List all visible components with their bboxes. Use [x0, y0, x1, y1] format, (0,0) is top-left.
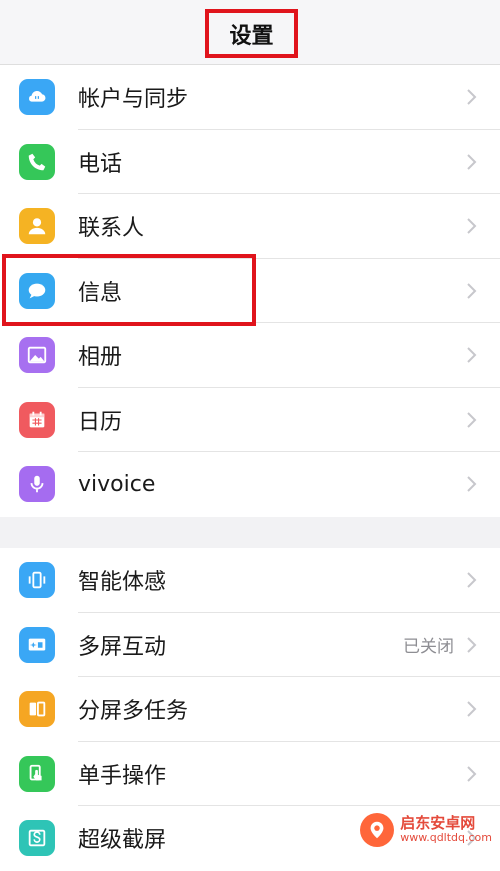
- settings-row-messages[interactable]: 信息: [0, 259, 500, 323]
- settings-row-label: 多屏互动: [78, 634, 167, 660]
- calendar-icon: [19, 401, 55, 438]
- microphone-icon: [19, 466, 55, 503]
- split-screen-icon: [19, 691, 55, 728]
- chevron-right-icon: [467, 637, 477, 653]
- settings-row-label: 单手操作: [78, 763, 167, 789]
- screen-cast-icon: [19, 626, 55, 663]
- watermark-url: www.qdltdq.com: [400, 831, 492, 845]
- message-bubble-icon: [19, 272, 55, 309]
- chevron-right-icon: [467, 412, 477, 428]
- settings-row-label: 帐户与同步: [78, 87, 189, 113]
- watermark: 启东安卓网 www.qdltdq.com: [360, 813, 492, 847]
- title-bar: 设置: [0, 0, 500, 65]
- settings-row-label: 信息: [78, 280, 123, 306]
- phone-icon: [19, 143, 55, 180]
- settings-row-calendar[interactable]: 日历: [0, 388, 500, 452]
- settings-row-contacts[interactable]: 联系人: [0, 194, 500, 259]
- watermark-text: 启东安卓网 www.qdltdq.com: [400, 814, 492, 845]
- status-value: 已关闭: [403, 637, 454, 658]
- settings-row-multi-screen[interactable]: 多屏互动 已关闭: [0, 613, 500, 677]
- settings-row-label: 相册: [78, 345, 123, 371]
- chevron-right-icon: [467, 154, 477, 170]
- chevron-right-icon: [467, 347, 477, 363]
- settings-row-phone[interactable]: 电话: [0, 130, 500, 194]
- settings-row-account-sync[interactable]: 帐户与同步: [0, 65, 500, 130]
- chevron-right-icon: [467, 476, 477, 492]
- settings-row-one-hand[interactable]: 单手操作: [0, 742, 500, 806]
- settings-row-label: 日历: [78, 409, 123, 435]
- chevron-right-icon: [467, 766, 477, 782]
- settings-row-label: 智能体感: [78, 570, 167, 596]
- photo-album-icon: [19, 337, 55, 374]
- chevron-right-icon: [467, 572, 477, 588]
- motion-sense-icon: [19, 562, 55, 599]
- settings-row-label: 分屏多任务: [78, 699, 189, 725]
- chevron-right-icon: [467, 701, 477, 717]
- chevron-right-icon: [467, 89, 477, 105]
- settings-row-split-screen[interactable]: 分屏多任务: [0, 677, 500, 742]
- contact-person-icon: [19, 208, 55, 245]
- watermark-logo-icon: [360, 813, 395, 847]
- chevron-right-icon: [467, 218, 477, 234]
- settings-row-motion-sense[interactable]: 智能体感: [0, 548, 500, 613]
- watermark-name: 启东安卓网: [400, 814, 476, 833]
- settings-row-vivoice[interactable]: vivoice: [0, 452, 500, 517]
- page-title: 设置: [205, 9, 298, 58]
- settings-row-album[interactable]: 相册: [0, 323, 500, 388]
- settings-row-label: 电话: [78, 151, 123, 177]
- chevron-right-icon: [467, 283, 477, 299]
- settings-row-label: 联系人: [78, 216, 145, 242]
- settings-row-label: 超级截屏: [78, 828, 167, 854]
- settings-row-label: vivoice: [78, 471, 156, 497]
- one-hand-icon: [19, 755, 55, 792]
- cloud-sync-icon: [19, 79, 55, 116]
- settings-group-accounts: 帐户与同步 电话 联系人 信息 相册 日历 vivoice: [0, 65, 500, 517]
